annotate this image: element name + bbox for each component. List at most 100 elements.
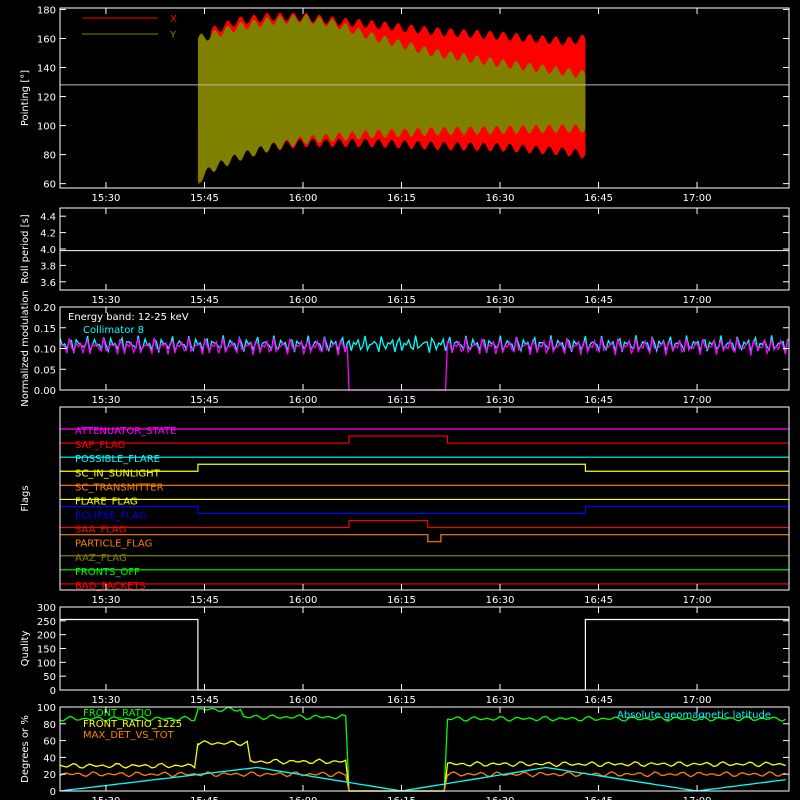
y-tick-label: 0: [50, 686, 56, 697]
flag-label: PARTICLE_FLAG: [75, 539, 152, 550]
legend-label: X: [170, 14, 177, 25]
legend-label: Collimator 8: [83, 325, 144, 336]
y-tick-label: 200: [37, 631, 56, 642]
ratio-trace: [59, 766, 786, 792]
x-tick-label: 16:15: [387, 695, 416, 706]
y-tick-label: 0.20: [34, 303, 56, 314]
y-tick-label: 20: [43, 770, 56, 781]
legend-label: FRONT_RATIO_1225: [83, 719, 182, 730]
y-tick-label: 180: [37, 5, 56, 16]
x-tick-label: 17:00: [683, 595, 712, 606]
x-tick-label: 16:45: [584, 395, 613, 406]
x-tick-label: 15:45: [190, 395, 219, 406]
pointing-panel: XY 15:30 15:45 16:00 16:15 16:30 16:45 17:00 Poi…: [20, 5, 790, 204]
x-tick-label: 17:00: [683, 695, 712, 706]
legend-label: MAX_DET_VS_TOT: [83, 730, 175, 741]
y-axis-label: Degrees or %: [20, 715, 31, 783]
flag-label: POSSIBLE_FLARE: [75, 454, 160, 465]
x-tick-label: 16:30: [486, 193, 515, 204]
x-tick-label: 16:15: [387, 796, 416, 800]
quality-line: [60, 618, 789, 691]
x-tick-label: 16:30: [486, 595, 515, 606]
y-axis-label: Quality: [20, 631, 31, 667]
y-tick-label: 300: [37, 603, 56, 614]
modulation-panel: Energy band: 12-25 keV Collimator 8 15:30 1…: [20, 290, 790, 407]
y-tick-label: 150: [37, 645, 56, 656]
x-tick-label: 17:00: [683, 796, 712, 800]
x-tick-label: 17:00: [683, 395, 712, 406]
flag-label: ATTENUATOR_STATE: [75, 426, 176, 437]
y-axis-label: Roll period [s]: [20, 214, 31, 283]
y-tick-label: 0.15: [34, 324, 56, 335]
y-tick-label: 80: [43, 151, 56, 162]
flag-label: AAZ_FLAG: [75, 553, 127, 564]
x-tick-label: 16:45: [584, 695, 613, 706]
x-tick-label: 16:45: [584, 796, 613, 800]
flag-label: FRONTS_OFF: [75, 567, 140, 578]
flag-line: [60, 505, 789, 515]
y-tick-label: 3.6: [40, 278, 56, 289]
flag-label: ECLIPSE_FLAG: [75, 511, 146, 522]
y-axis-label: Flags: [20, 485, 31, 511]
y-tick-label: 100: [37, 658, 56, 669]
y-tick-label: 4.0: [40, 245, 56, 256]
x-tick-label: 15:45: [190, 595, 219, 606]
y-tick-label: 100: [37, 703, 56, 714]
x-tick-label: 15:30: [92, 595, 121, 606]
flags-panel: ATTENUATOR_STATE SAP_FLAG POSSIBLE_FLARE SC…: [20, 406, 790, 606]
x-tick-label: 16:45: [584, 193, 613, 204]
legend-label: Y: [169, 30, 177, 41]
y-tick-label: 160: [37, 34, 56, 45]
x-tick-label: 16:00: [289, 695, 318, 706]
legend-label: Absolute geomagnetic latitude: [617, 710, 771, 721]
x-tick-label: 16:15: [387, 193, 416, 204]
x-tick-label: 15:45: [190, 193, 219, 204]
x-tick-label: 17:00: [683, 295, 712, 306]
flag-line: [60, 435, 789, 444]
y-tick-label: 0.10: [34, 345, 56, 356]
y-tick-label: 40: [43, 753, 56, 764]
flag-label: SC_TRANSMITTER: [75, 482, 164, 493]
x-tick-label: 15:30: [92, 796, 121, 800]
flag-line: [60, 463, 789, 472]
x-tick-label: 16:30: [486, 796, 515, 800]
x-tick-label: 16:30: [486, 695, 515, 706]
roll-period-panel: 15:30 15:45 16:00 16:15 16:30 16:45 17:00 Roll …: [20, 207, 790, 306]
ratios-panel: FRONT_RATIOFRONT_RATIO_1225MAX_DET_VS_TO…: [20, 703, 790, 800]
x-tick-label: 15:30: [92, 193, 121, 204]
y-tick-label: 0: [50, 787, 56, 798]
y-tick-label: 4.2: [40, 229, 56, 240]
x-tick-label: 16:00: [289, 395, 318, 406]
quality-panel: 15:30 15:45 16:00 16:15 16:30 16:45 17:00 Quali…: [20, 603, 790, 706]
y-axis-label: Normalized modulation: [20, 290, 31, 407]
modulation-trace: [59, 336, 789, 391]
flag-line: [60, 519, 789, 529]
x-tick-label: 16:15: [387, 595, 416, 606]
x-tick-label: 16:15: [387, 295, 416, 306]
flag-label: FLARE_FLAG: [75, 496, 138, 507]
y-tick-label: 0.00: [34, 386, 56, 397]
y-tick-label: 3.8: [40, 261, 56, 272]
x-tick-label: 16:15: [387, 395, 416, 406]
chart-stack: XY 15:30 15:45 16:00 16:15 16:30 16:45 17:00 Poi…: [20, 5, 790, 800]
y-tick-label: 250: [37, 617, 56, 628]
y-tick-label: 50: [43, 672, 56, 683]
x-tick-label: 16:30: [486, 395, 515, 406]
ratio-trace: [59, 740, 786, 792]
x-tick-label: 16:45: [584, 295, 613, 306]
flag-label: SC_IN_SUNLIGHT: [75, 468, 161, 479]
x-tick-label: 16:30: [486, 295, 515, 306]
y-tick-label: 0.05: [34, 365, 56, 376]
x-tick-label: 15:45: [190, 295, 219, 306]
x-tick-label: 17:00: [683, 193, 712, 204]
legend-label: FRONT_RATIO: [83, 708, 152, 719]
x-tick-label: 15:30: [92, 695, 121, 706]
y-axis-label: Pointing [°]: [20, 70, 31, 126]
y-tick-label: 100: [37, 122, 56, 133]
plot-frame: [59, 207, 790, 291]
energy-band-label: Energy band: 12-25 keV: [68, 312, 189, 323]
y-tick-label: 60: [43, 737, 56, 748]
x-tick-label: 16:00: [289, 595, 318, 606]
y-tick-label: 60: [43, 180, 56, 191]
x-tick-label: 16:45: [584, 595, 613, 606]
